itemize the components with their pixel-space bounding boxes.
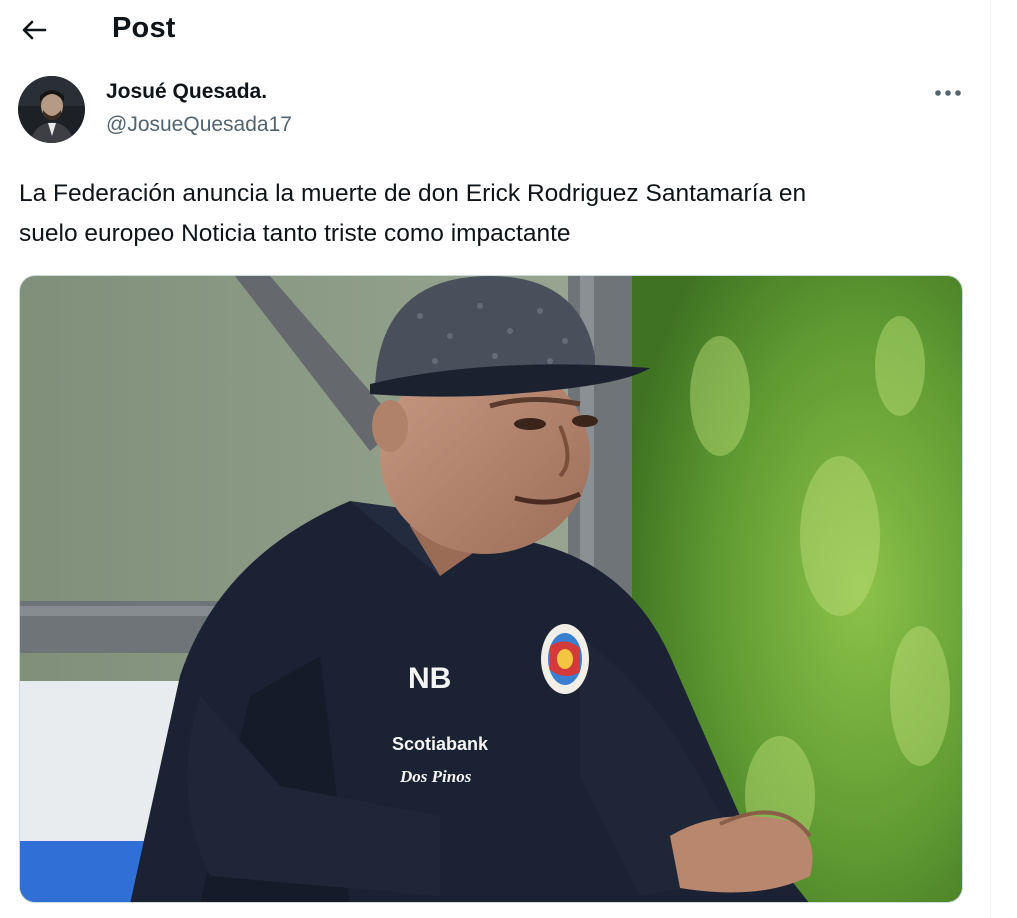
post-text-line-2: suelo europeo Noticia tanto triste como … [19, 220, 571, 247]
more-button[interactable] [928, 78, 968, 108]
avatar[interactable] [18, 76, 85, 143]
arrow-left-icon [22, 20, 47, 40]
shirt-brand-logo: NB [408, 662, 451, 695]
back-button[interactable] [14, 10, 54, 50]
more-horizontal-icon [935, 90, 961, 96]
shirt-sponsor-2: Dos Pinos [399, 767, 472, 786]
shirt-sponsor-1: Scotiabank [392, 734, 489, 754]
post-text-line-1: La Federación anuncia la muerte de don E… [19, 180, 807, 207]
post-text: La Federación anuncia la muerte de don E… [19, 174, 979, 254]
avatar-image [18, 76, 85, 143]
photo-coach: NB Scotiabank Dos Pinos [20, 276, 962, 902]
author-handle[interactable]: @JosueQuesada17 [106, 113, 292, 137]
column-divider [990, 0, 991, 918]
author-name[interactable]: Josué Quesada. [106, 80, 267, 104]
post-header: Post [0, 0, 990, 60]
post-media-photo[interactable]: NB Scotiabank Dos Pinos [19, 275, 963, 903]
page-title: Post [112, 12, 176, 44]
